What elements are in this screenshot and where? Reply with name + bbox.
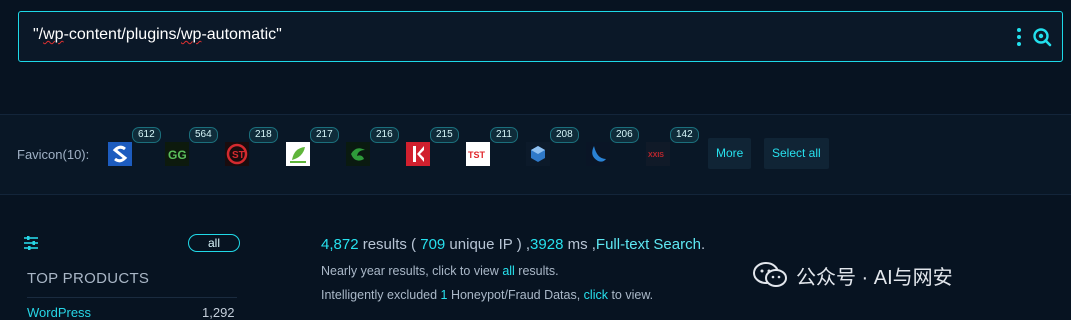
divider xyxy=(27,297,237,298)
gg-logo-icon: GG xyxy=(165,142,189,166)
text-logo-icon: XXIS xyxy=(646,142,670,166)
svg-text:TST: TST xyxy=(468,150,486,160)
swirl-logo-icon xyxy=(346,142,370,166)
unique-ip-count: 709 xyxy=(420,236,446,253)
query-time: 3928 xyxy=(530,236,564,253)
favicon-item[interactable]: GG 564 xyxy=(165,127,218,166)
product-link-wordpress[interactable]: WordPress xyxy=(27,305,91,320)
search-icon[interactable] xyxy=(1032,27,1052,47)
favicon-filter-row: Favicon(10): 612 GG 564 ST 218 217 216 2… xyxy=(0,114,1071,195)
filter-settings-icon[interactable] xyxy=(24,236,38,250)
results-count: 4,872 xyxy=(321,236,359,253)
favicon-item[interactable]: 612 xyxy=(108,127,161,166)
year-results-note: Nearly year results, click to view all r… xyxy=(321,264,559,278)
favicon-item[interactable]: 216 xyxy=(346,127,399,166)
search-input[interactable]: "/wp-content/plugins/wp-automatic" xyxy=(33,26,282,44)
favicon-label: Favicon(10): xyxy=(17,147,90,162)
top-products-heading: TOP PRODUCTS xyxy=(27,270,150,287)
favicon-item[interactable]: TST 211 xyxy=(466,127,518,166)
more-button[interactable]: More xyxy=(708,138,752,169)
favicon-item[interactable]: 208 xyxy=(526,127,579,166)
search-bar[interactable]: "/wp-content/plugins/wp-automatic" xyxy=(18,11,1063,62)
svg-text:GG: GG xyxy=(168,148,187,162)
svg-text:XXIS: XXIS xyxy=(648,152,664,159)
honeypot-note: Intelligently excluded 1 Honeypot/Fraud … xyxy=(321,288,654,302)
fulltext-search-link[interactable]: Full-text Search xyxy=(596,236,701,253)
select-all-button[interactable]: Select all xyxy=(764,138,829,169)
wechat-logo-icon xyxy=(753,262,787,287)
favicon-item[interactable]: XXIS 142 xyxy=(646,127,699,166)
product-count: 1,292 xyxy=(202,305,235,320)
more-options-icon[interactable] xyxy=(1016,28,1022,48)
view-all-link[interactable]: all xyxy=(502,264,515,278)
svg-text:ST: ST xyxy=(232,150,245,161)
results-summary: 4,872 results ( 709 unique IP ) ,3928 ms… xyxy=(321,236,706,253)
tst-logo-icon: TST xyxy=(466,142,490,166)
favicon-item[interactable]: 217 xyxy=(286,127,339,166)
s-logo-icon xyxy=(108,142,132,166)
circle-s-logo-icon: ST xyxy=(225,142,249,166)
favicon-item[interactable]: 206 xyxy=(586,127,639,166)
all-filter-pill[interactable]: all xyxy=(188,234,240,252)
leaf-logo-icon xyxy=(286,142,310,166)
cube-logo-icon xyxy=(526,142,550,166)
favicon-item[interactable]: 215 xyxy=(406,127,459,166)
k-logo-icon xyxy=(406,142,430,166)
watermark-text: 公众号 · AI与网安 xyxy=(796,266,953,289)
wave-logo-icon xyxy=(586,142,610,166)
favicon-item[interactable]: ST 218 xyxy=(225,127,278,166)
click-to-view-link[interactable]: click xyxy=(584,288,608,302)
wechat-watermark: 公众号 · AI与网安 xyxy=(752,260,953,290)
